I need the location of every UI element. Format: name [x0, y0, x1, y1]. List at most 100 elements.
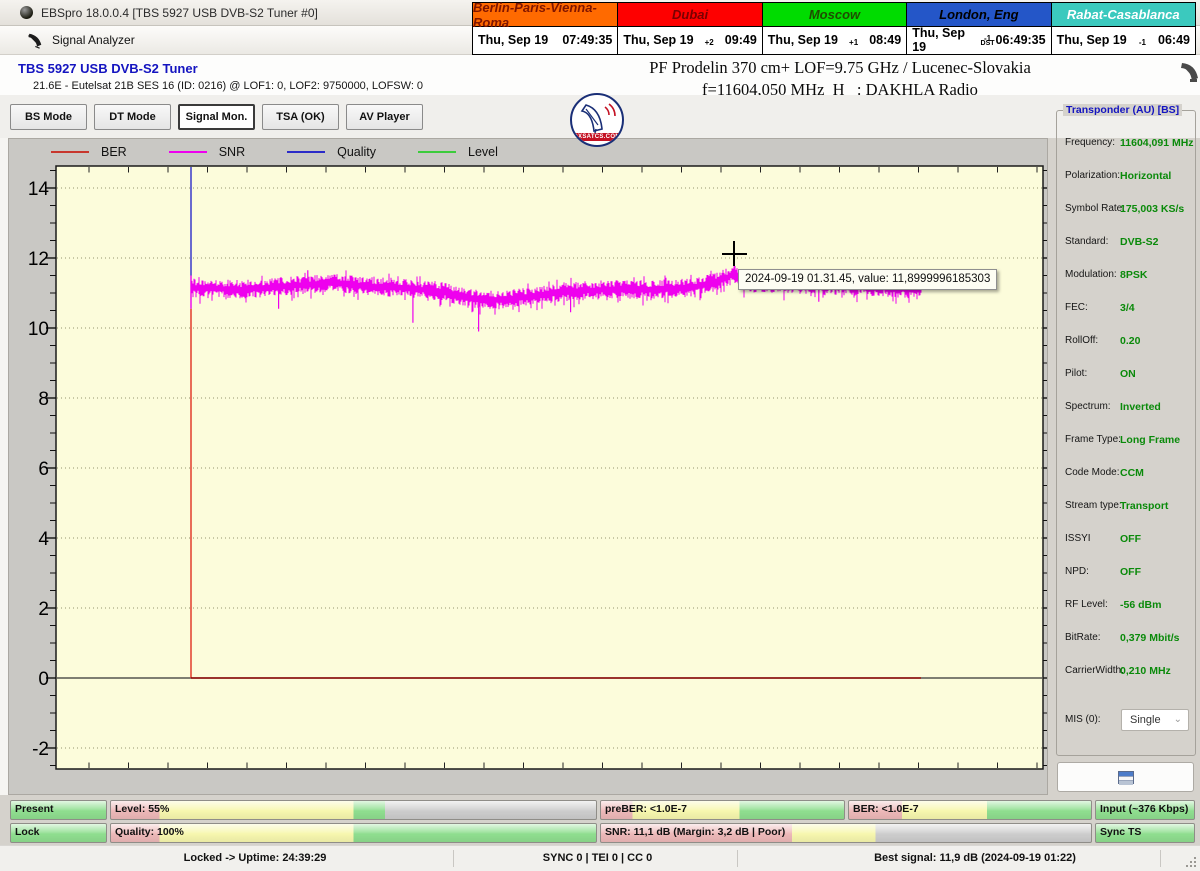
tab-av-player[interactable]: AV Player [346, 104, 423, 130]
field-label: FEC: [1065, 302, 1088, 313]
gauge-preber: preBER: <1.0E-7 [600, 800, 845, 820]
clock-city: Dubai [618, 3, 761, 27]
field-value: 175,003 KS/s [1120, 203, 1184, 215]
field-label: RollOff: [1065, 335, 1098, 346]
transponder-panel-title: Transponder (AU) [BS] [1063, 104, 1182, 116]
transponder-row-npd-: NPD: OFF [1057, 566, 1197, 580]
transponder-row-frame-type-: Frame Type: Long Frame [1057, 434, 1197, 448]
gauge-lock: Lock [10, 823, 107, 843]
field-value: -56 dBm [1120, 599, 1161, 611]
svg-text:14: 14 [28, 179, 50, 200]
mis-selected-value: Single [1130, 714, 1161, 726]
field-value: Inverted [1120, 401, 1161, 413]
field-value: DVB-S2 [1120, 236, 1159, 248]
gauge-input-kbps-: Input (~376 Kbps) [1095, 800, 1195, 820]
mis-label: MIS (0): [1065, 714, 1101, 725]
field-label: CarrierWidth: [1065, 665, 1124, 676]
clock-moscow: Moscow Thu, Sep 19+108:49 [762, 3, 906, 54]
transponder-row-rf-level-: RF Level: -56 dBm [1057, 599, 1197, 613]
transponder-row-standard-: Standard: DVB-S2 [1057, 236, 1197, 250]
utc-offset: -1 [1139, 37, 1146, 44]
transponder-row-code-mode-: Code Mode: CCM [1057, 467, 1197, 481]
utc-offset: -1DST [981, 33, 995, 47]
transponder-row-issyi: ISSYI OFF [1057, 533, 1197, 547]
field-value: ON [1120, 368, 1136, 380]
gauge-label: Quality: 100% [111, 824, 596, 841]
tab-tsa-ok-[interactable]: TSA (OK) [262, 104, 339, 130]
gauge-sync-ts: Sync TS [1095, 823, 1195, 843]
clock-value: Thu, Sep 19+108:49 [763, 27, 906, 53]
info-band: TBS 5927 USB DVB-S2 Tuner 21.6E - Eutels… [0, 55, 1200, 95]
field-value: Horizontal [1120, 170, 1171, 182]
transponder-row-frequency-: Frequency: 11604,091 MHz [1057, 137, 1197, 151]
clock-dubai: Dubai Thu, Sep 19+209:49 [617, 3, 761, 54]
tab-bs-mode[interactable]: BS Mode [10, 104, 87, 130]
gauge-label: BER: <1.0E-7 [849, 801, 1091, 818]
field-label: Pilot: [1065, 368, 1087, 379]
transponder-row-fec-: FEC: 3/4 [1057, 302, 1197, 316]
gauge-label: Level: 55% [111, 801, 596, 818]
gauge-quality: Quality: 100% [110, 823, 597, 843]
gauge-label: Sync TS [1096, 824, 1194, 841]
transponder-panel: Transponder (AU) [BS] MIS (0): Single ⌄ … [1056, 110, 1196, 756]
transponder-row-spectrum-: Spectrum: Inverted [1057, 401, 1197, 415]
utc-offset: +1 [849, 37, 858, 44]
dxsatcs-logo: DXSATCS.COM [570, 93, 624, 147]
field-value: Long Frame [1120, 434, 1180, 446]
gauge-ber: BER: <1.0E-7 [848, 800, 1092, 820]
field-value: 0,210 MHz [1120, 665, 1171, 677]
tuner-subtitle: 21.6E - Eutelsat 21B SES 16 (ID: 0216) @… [33, 80, 423, 92]
svg-text:6: 6 [38, 459, 49, 480]
satellite-dish-icon [1179, 59, 1200, 87]
field-value: OFF [1120, 566, 1141, 578]
field-label: Polarization: [1065, 170, 1120, 181]
transponder-row-carrierwidth-: CarrierWidth: 0,210 MHz [1057, 665, 1197, 679]
gauge-present: Present [10, 800, 107, 820]
field-value: Transport [1120, 500, 1168, 512]
tab-dt-mode[interactable]: DT Mode [94, 104, 171, 130]
statusbar-separator [1160, 850, 1161, 867]
svg-text:10: 10 [28, 319, 49, 340]
statusbar-section-2: Best signal: 11,9 dB (2024-09-19 01:22) [765, 850, 1185, 867]
crosshair-cursor [733, 241, 735, 266]
field-label: Standard: [1065, 236, 1108, 247]
transponder-row-stream-type-: Stream type: Transport [1057, 500, 1197, 514]
mis-select[interactable]: Single ⌄ [1121, 709, 1189, 731]
status-bar: Locked -> Uptime: 24:39:29SYNC 0 | TEI 0… [0, 845, 1200, 871]
field-label: NPD: [1065, 566, 1089, 577]
tab-signal-mon-[interactable]: Signal Mon. [178, 104, 255, 130]
gauge-label: Input (~376 Kbps) [1096, 801, 1194, 818]
clock-london-eng: London, Eng Thu, Sep 19-1DST06:49:35 [906, 3, 1050, 54]
svg-text:8: 8 [38, 389, 49, 410]
field-label: Spectrum: [1065, 401, 1111, 412]
field-value: 11604,091 MHz [1120, 137, 1194, 149]
field-label: Frame Type: [1065, 434, 1121, 445]
signal-chart[interactable]: BERSNRQualityLevel 14121086420-2 2024-09… [8, 138, 1048, 795]
statusbar-separator [453, 850, 454, 867]
field-value: CCM [1120, 467, 1144, 479]
toolbar-title: Signal Analyzer [52, 33, 135, 47]
transponder-row-pilot-: Pilot: ON [1057, 368, 1197, 382]
transponder-row-symbol-rate-: Symbol Rate: 175,003 KS/s [1057, 203, 1197, 217]
clock-value: Thu, Sep 19-106:49 [1052, 27, 1195, 53]
statusbar-section-0: Locked -> Uptime: 24:39:29 [35, 850, 475, 867]
list-stack-icon [1118, 771, 1134, 784]
chart-plot[interactable]: 14121086420-2 [9, 139, 1047, 794]
gauge-label: preBER: <1.0E-7 [601, 801, 844, 818]
field-value: 3/4 [1120, 302, 1135, 314]
resize-grip[interactable] [1185, 856, 1198, 869]
satellite-dish-icon [26, 32, 43, 49]
app-icon [20, 6, 33, 19]
chart-tooltip: 2024-09-19 01.31.45, value: 11,899999618… [738, 269, 997, 290]
gauge-label: Lock [11, 824, 106, 841]
statusbar-separator [737, 850, 738, 867]
mode-tabs: BS Mode DT Mode Signal Mon. TSA (OK) AV Play… [10, 104, 423, 130]
transponder-list-button[interactable] [1057, 762, 1194, 792]
logo-text: DXSATCS.COM [572, 133, 622, 141]
field-value: 0,379 Mbit/s [1120, 632, 1180, 644]
chevron-down-icon: ⌄ [1174, 714, 1182, 725]
window-title: EBSpro 18.0.0.4 [TBS 5927 USB DVB-S2 Tun… [41, 6, 318, 20]
transponder-row-modulation-: Modulation: 8PSK [1057, 269, 1197, 283]
clock-city: Moscow [763, 3, 906, 27]
field-label: Modulation: [1065, 269, 1117, 280]
